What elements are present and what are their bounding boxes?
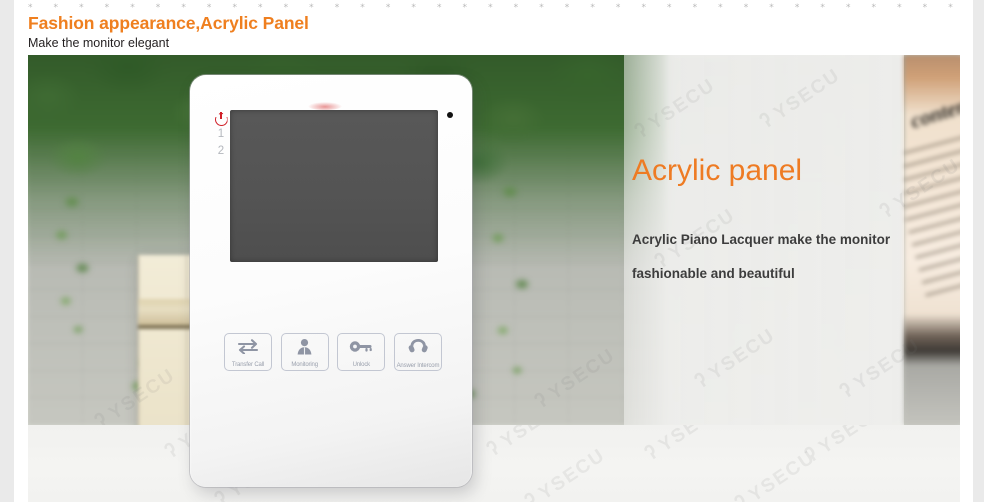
watermark: ʔYSECU <box>481 425 572 463</box>
ivy-vine <box>46 190 98 340</box>
book-heading-text: conten <box>907 93 960 134</box>
marketing-copy: Acrylic panel Acrylic Piano Lacquer make… <box>632 153 932 291</box>
monitor-screen <box>230 110 438 262</box>
copy-headline: Acrylic panel <box>632 154 803 187</box>
phone-handset-icon <box>395 338 441 355</box>
product-feature-slide: * * * * * * * * * * * * * * * * * * * * … <box>0 0 984 502</box>
lower-background-band: ʔYSECU ʔYSECU ʔYSECU ʔYSECU ʔYSECU ʔYSEC… <box>28 425 960 502</box>
transfer-arrows-icon <box>225 338 271 355</box>
flame-logo-icon: ʔ <box>481 433 506 462</box>
video-intercom-monitor: 1 2 Transfer Call Monitoring Unlock Answ… <box>190 75 472 487</box>
heading-block: Fashion appearance,Acrylic Panel Make th… <box>28 13 728 51</box>
monitoring-label: Monitoring <box>291 362 318 369</box>
touch-key-row: Transfer Call Monitoring Unlock Answer I… <box>224 333 442 371</box>
ir-sensor-icon <box>447 112 453 118</box>
channel-indicator-1: 1 <box>217 128 225 140</box>
transfer-call-button[interactable]: Transfer Call <box>224 333 272 371</box>
watermark: ʔYSECU <box>519 441 610 502</box>
key-icon <box>338 338 384 355</box>
page-left-margin-strip <box>0 0 14 502</box>
answer-intercom-button[interactable]: Answer Intercom <box>393 333 442 371</box>
transfer-call-label: Transfer Call <box>231 362 265 369</box>
unlock-label: Unlock <box>352 362 371 369</box>
ivy-vine <box>480 175 540 385</box>
flame-logo-icon: ʔ <box>799 439 824 468</box>
page-right-margin-strip <box>973 0 984 502</box>
indicator-column: 1 2 <box>210 112 232 160</box>
channel-indicator-2: 2 <box>217 145 225 157</box>
watermark: ʔYSECU <box>729 443 820 502</box>
flame-logo-icon: ʔ <box>159 435 184 464</box>
answer-intercom-label: Answer Intercom <box>396 363 440 370</box>
power-icon <box>214 112 228 126</box>
hero-photo: conten ʔYSECU ʔYSECU ʔYSECU ʔYSECU ʔYSEC… <box>28 55 960 425</box>
flame-logo-icon: ʔ <box>639 437 664 466</box>
flame-logo-icon: ʔ <box>519 485 544 502</box>
watermark: ʔYSECU <box>639 425 730 466</box>
page-subtitle: Make the monitor elegant <box>28 36 170 50</box>
person-icon <box>282 338 328 355</box>
flame-logo-icon: ʔ <box>729 487 754 502</box>
monitoring-button[interactable]: Monitoring <box>280 333 329 371</box>
page-title: Fashion appearance,Acrylic Panel <box>28 13 309 33</box>
watermark: ʔYSECU <box>799 425 890 468</box>
copy-body: Acrylic Piano Lacquer make the monitor f… <box>632 232 891 281</box>
unlock-button[interactable]: Unlock <box>337 333 386 371</box>
status-led-glow <box>308 102 342 110</box>
